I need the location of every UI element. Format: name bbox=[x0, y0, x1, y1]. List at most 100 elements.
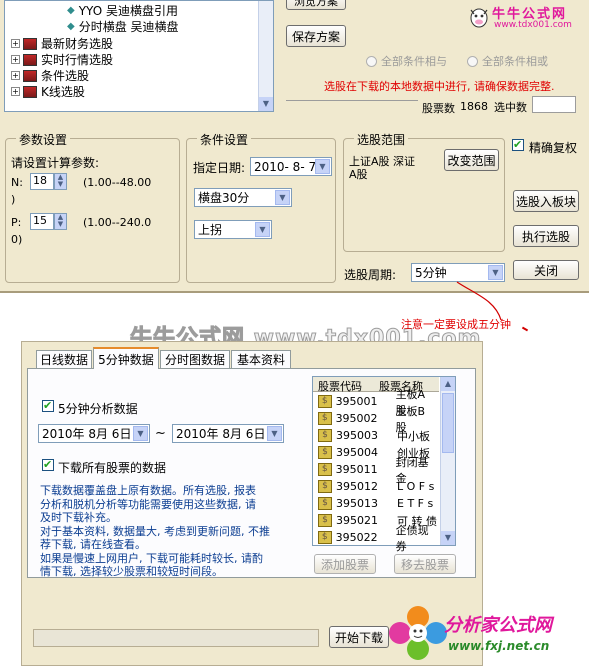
download-all-label: 下载所有股票的数据 bbox=[58, 461, 167, 475]
check-icon: ✔ bbox=[43, 399, 53, 412]
five-min-label: 5分钟分析数据 bbox=[58, 402, 138, 416]
conditions-group-title: 条件设置 bbox=[197, 131, 252, 148]
stock-icon: $ bbox=[318, 480, 332, 493]
folder-icon bbox=[23, 85, 37, 98]
watermark-logo-bottom: 分析家公式网 www.fxj.net.cn bbox=[388, 603, 588, 665]
chevron-down-icon[interactable]: ▼ bbox=[315, 159, 330, 174]
stock-icon: $ bbox=[318, 531, 332, 544]
list-item[interactable]: $395002 主板B 股 bbox=[318, 405, 438, 434]
stock-icon: $ bbox=[318, 395, 332, 408]
cow-icon bbox=[468, 4, 490, 30]
start-download-button[interactable]: 开始下载 bbox=[329, 626, 389, 648]
list-item[interactable]: $395012 L O F s bbox=[318, 478, 438, 495]
expand-icon[interactable]: + bbox=[11, 71, 20, 80]
period-label: 选股周期: bbox=[344, 268, 397, 282]
close-button[interactable]: 关闭 bbox=[513, 260, 579, 280]
radio-all-and[interactable]: 全部条件相与 bbox=[366, 53, 447, 69]
stock-icon: $ bbox=[318, 446, 332, 459]
list-item[interactable]: $395013 E T F s bbox=[318, 495, 438, 512]
params-prompt: 请设置计算参数: bbox=[11, 156, 100, 170]
tab-5min-data[interactable]: 5分钟数据 bbox=[93, 347, 159, 369]
radio-icon bbox=[366, 55, 377, 67]
to-sector-button[interactable]: 选股入板块 bbox=[513, 190, 579, 212]
flower-icon bbox=[389, 606, 447, 660]
change-scope-button[interactable]: 改变范围 bbox=[444, 149, 499, 171]
stock-icon: $ bbox=[318, 463, 332, 476]
run-selection-button[interactable]: 执行选股 bbox=[513, 225, 579, 247]
stock-icon: $ bbox=[318, 514, 332, 527]
scroll-up-icon[interactable]: ▲ bbox=[441, 377, 455, 391]
header-code[interactable]: 股票代码 bbox=[318, 378, 362, 394]
exact-adjust-label: 精确复权 bbox=[529, 141, 578, 155]
selected-count-label: 选中数 bbox=[494, 101, 527, 114]
param-n-input[interactable]: 18 bbox=[30, 173, 54, 190]
chevron-down-icon[interactable]: ▼ bbox=[275, 190, 290, 205]
tree-scrollbar[interactable]: ▼ bbox=[258, 1, 273, 111]
list-item[interactable]: $395022 企债现券 bbox=[318, 524, 438, 553]
formula-select[interactable]: 横盘30分 ▼ bbox=[194, 188, 292, 207]
radio-all-or[interactable]: 全部条件相或 bbox=[467, 53, 548, 69]
tab-intraday-data[interactable]: 分时图数据 bbox=[160, 350, 230, 368]
folder-icon bbox=[23, 37, 37, 50]
stock-icon: $ bbox=[318, 412, 332, 425]
param-p-label: P: bbox=[11, 216, 22, 229]
scroll-down-icon[interactable]: ▼ bbox=[259, 97, 273, 111]
tree-folder[interactable]: + 实时行情选股 bbox=[11, 51, 113, 68]
progress-line bbox=[286, 100, 418, 110]
param-p-range-tail: 0) bbox=[11, 233, 23, 246]
check-icon: ✔ bbox=[513, 138, 523, 151]
date-to-picker[interactable]: 2010年 8月 6日 ▼ bbox=[172, 424, 284, 443]
save-plan-button[interactable]: 保存方案 bbox=[286, 25, 346, 47]
tree-folder[interactable]: + K线选股 bbox=[11, 83, 85, 100]
annotation-text: 注意一定要设成五分钟 bbox=[401, 318, 511, 331]
param-n-range: (1.00--48.00 bbox=[83, 176, 152, 189]
list-item[interactable]: $395011 封闭基金 bbox=[318, 456, 438, 485]
tree-folder[interactable]: + 最新财务选股 bbox=[11, 35, 113, 52]
stock-icon: $ bbox=[318, 429, 332, 442]
expand-icon[interactable]: + bbox=[11, 39, 20, 48]
annotation-dash bbox=[521, 326, 529, 332]
check-icon: ✔ bbox=[43, 458, 53, 471]
watermark-brand-bottom: 分析家公式网 bbox=[444, 615, 552, 636]
date-separator: ~ bbox=[155, 426, 166, 441]
chevron-down-icon[interactable]: ▼ bbox=[255, 222, 270, 237]
param-p-input[interactable]: 15 bbox=[30, 213, 54, 230]
param-n-range-tail: ) bbox=[11, 193, 16, 206]
description-text: 下载数据覆盖盘上原有数据。所有选股, 报表 分析和脱机分析等功能需要使用这些数据… bbox=[40, 484, 270, 578]
tree-item[interactable]: ◆ YYO 吴迪横盘引用 bbox=[67, 2, 178, 19]
direction-select[interactable]: 上拐 ▼ bbox=[194, 220, 272, 239]
expand-icon[interactable]: + bbox=[11, 55, 20, 64]
scope-group-title: 选股范围 bbox=[354, 131, 409, 148]
param-n-spinner[interactable]: ▲ ▼ bbox=[54, 173, 67, 190]
scope-text-line2: A股 bbox=[349, 168, 368, 181]
date-label: 指定日期: bbox=[193, 161, 246, 175]
remove-stock-button[interactable]: 移去股票 bbox=[394, 554, 456, 574]
tab-basic-info[interactable]: 基本资料 bbox=[231, 350, 291, 368]
tree-item[interactable]: ◆ 分时横盘 吴迪横盘 bbox=[67, 18, 179, 35]
folder-icon bbox=[23, 69, 37, 82]
date-from-picker[interactable]: 2010年 8月 6日 ▼ bbox=[38, 424, 150, 443]
warning-text: 选股在下载的本地数据中进行, 请确保数据完整. bbox=[324, 80, 555, 93]
list-item[interactable]: $395003 中小板 bbox=[318, 427, 438, 444]
chevron-down-icon[interactable]: ▼ bbox=[133, 426, 148, 441]
browse-plan-button[interactable]: 浏览方案 bbox=[286, 0, 346, 10]
chevron-down-icon[interactable]: ▼ bbox=[488, 265, 503, 280]
chevron-down-icon[interactable]: ▼ bbox=[267, 426, 282, 441]
stock-icon: $ bbox=[318, 497, 332, 510]
expand-icon[interactable]: + bbox=[11, 87, 20, 96]
watermark-logo-top: 牛牛公式网 www.tdx001.com bbox=[468, 2, 586, 34]
scroll-down-icon[interactable]: ▼ bbox=[441, 531, 455, 545]
date-picker[interactable]: 2010- 8- 7 ▼ bbox=[250, 157, 332, 176]
param-p-spinner[interactable]: ▲ ▼ bbox=[54, 213, 67, 230]
params-group-title: 参数设置 bbox=[16, 131, 71, 148]
tab-daily-data[interactable]: 日线数据 bbox=[36, 350, 92, 368]
param-p-range: (1.00--240.0 bbox=[83, 216, 152, 229]
scroll-thumb[interactable] bbox=[442, 393, 454, 453]
radio-icon bbox=[467, 55, 478, 67]
formula-icon: ◆ bbox=[67, 21, 75, 32]
download-progress bbox=[33, 629, 319, 647]
tree-folder[interactable]: + 条件选股 bbox=[11, 67, 89, 84]
stock-list-scrollbar[interactable]: ▲ ▼ bbox=[440, 377, 455, 545]
add-stock-button[interactable]: 添加股票 bbox=[314, 554, 376, 574]
formula-tree[interactable]: ◆ YYO 吴迪横盘引用 ◆ 分时横盘 吴迪横盘 + 最新财务选股 + 实时行情选股 +… bbox=[4, 0, 274, 112]
